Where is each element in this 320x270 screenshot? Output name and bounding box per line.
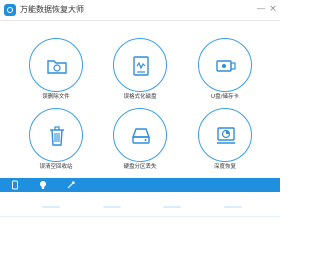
footer-decoration — [42, 206, 242, 210]
footer-dash — [163, 206, 182, 208]
tile-label: 深度恢复 — [213, 164, 236, 170]
minimize-button[interactable]: — — [255, 3, 267, 15]
tile-label: 误删除文件 — [42, 94, 70, 100]
bottom-toolbar — [0, 178, 280, 192]
feedback-icon[interactable] — [66, 180, 76, 190]
tile-deleted-files[interactable]: 误删除文件 — [16, 38, 96, 118]
tile-circle — [113, 38, 167, 92]
footer-dash — [42, 206, 60, 208]
tile-circle — [29, 38, 83, 92]
tile-formatted-disk[interactable]: 误格式化磁盘 — [100, 38, 180, 118]
tile-circle — [113, 108, 167, 162]
folder-recycle-icon — [47, 60, 67, 74]
tile-circle — [29, 108, 83, 162]
tile-label: U盘/储存卡 — [211, 94, 239, 100]
deep-scan-icon — [217, 127, 235, 144]
tile-label: 硬盘分区丢失 — [123, 164, 157, 170]
tile-label: 误清空回收站 — [39, 164, 73, 170]
recycle-bin-icon — [50, 126, 64, 146]
phone-icon[interactable] — [10, 180, 20, 190]
tile-circle — [198, 38, 252, 92]
title-bar: 万能数据恢复大师 — × — [0, 0, 280, 21]
tile-label: 误格式化磁盘 — [123, 94, 157, 100]
window-title: 万能数据恢复大师 — [20, 5, 84, 14]
tile-usb-card[interactable]: U盘/储存卡 — [185, 38, 265, 118]
tile-recycle-bin[interactable]: 误清空回收站 — [16, 108, 96, 188]
footer-divider — [0, 216, 280, 217]
usb-card-icon — [216, 60, 236, 72]
footer-dash — [223, 206, 242, 208]
tile-lost-partition[interactable]: 硬盘分区丢失 — [100, 108, 180, 188]
tile-circle — [198, 108, 252, 162]
app-logo-icon — [4, 4, 16, 16]
footer-dash — [102, 206, 121, 208]
hard-drive-icon — [131, 128, 151, 144]
disk-format-icon — [133, 56, 149, 76]
tile-deep-recovery[interactable]: 深度恢复 — [185, 108, 265, 188]
close-button[interactable]: × — [267, 3, 279, 15]
lightbulb-icon[interactable] — [38, 180, 48, 190]
